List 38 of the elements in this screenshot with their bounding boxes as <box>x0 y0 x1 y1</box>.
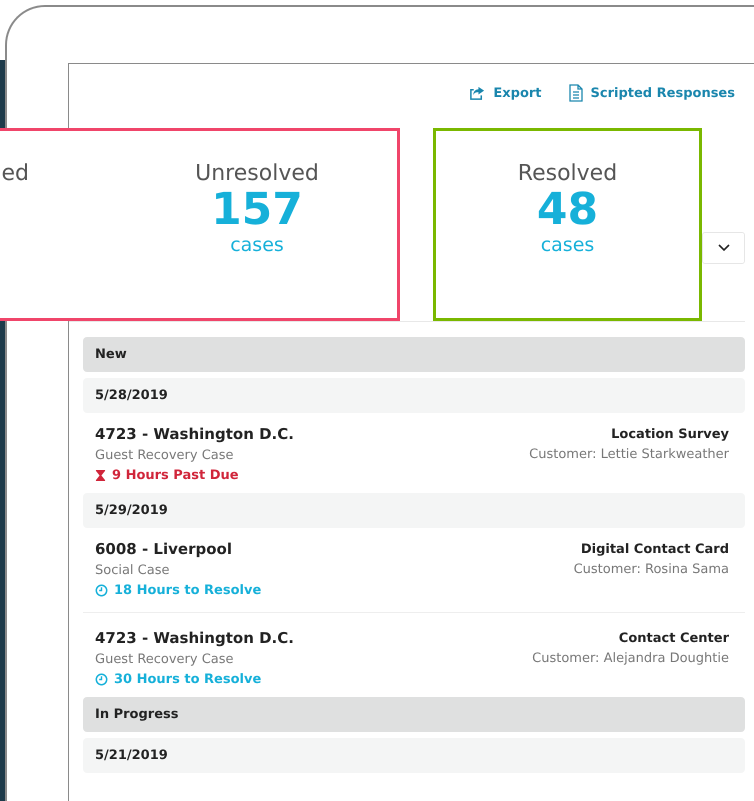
clock-icon <box>95 673 108 686</box>
case-status: 9 Hours Past Due <box>95 468 294 483</box>
date-header: 5/28/2019 <box>83 378 745 413</box>
case-channel: Digital Contact Card <box>580 542 729 557</box>
case-row[interactable]: 6008 - Liverpool Social Case 18 Hours to Resolve Digital Contact Card Customer: Rosina Sama <box>83 534 745 602</box>
hourglass-icon <box>95 469 106 482</box>
case-title: 4723 - Washington D.C. <box>95 425 294 443</box>
case-title: 6008 - Liverpool <box>95 540 233 558</box>
export-link[interactable]: Export <box>469 84 542 102</box>
customer-name: Customer: Alejandra Doughtie <box>532 651 729 666</box>
clock-icon <box>95 584 108 597</box>
customer-name: Customer: Rosina Sama <box>574 562 729 577</box>
chevron-down-icon <box>718 244 730 252</box>
group-header[interactable]: New <box>83 337 745 372</box>
stat-unit: cases <box>230 234 284 256</box>
case-status: 30 Hours to Resolve <box>95 672 294 687</box>
export-icon <box>469 84 486 102</box>
customer-name: Customer: Lettie Starkweather <box>529 447 729 462</box>
case-title: 4723 - Washington D.C. <box>95 629 294 647</box>
date-header: 5/29/2019 <box>83 493 745 528</box>
dropdown-button[interactable] <box>702 232 745 264</box>
case-type: Social Case <box>95 563 170 578</box>
group-header[interactable]: In Progress <box>83 697 745 732</box>
case-row[interactable]: 4723 - Washington D.C. Guest Recovery Case 9 Hours Past Due Location Survey Customer: Lettie Starkweather <box>83 419 745 487</box>
stat-count: 48 <box>536 186 598 234</box>
case-type: Guest Recovery Case <box>95 448 235 463</box>
case-channel: Contact Center <box>618 631 729 646</box>
case-channel: Location Survey <box>611 427 729 442</box>
date-header: 5/21/2019 <box>83 738 745 773</box>
stat-label: Resolved <box>518 161 618 186</box>
stat-label: ed <box>2 161 29 186</box>
case-status: 18 Hours to Resolve <box>95 583 262 598</box>
document-icon <box>568 84 584 102</box>
stat-count: 157 <box>211 186 303 234</box>
stat-label: Unresolved <box>195 161 319 186</box>
case-type: Guest Recovery Case <box>95 652 235 667</box>
document-link[interactable]: Scripted Responses <box>568 84 735 102</box>
stat-unit: cases <box>540 234 594 256</box>
